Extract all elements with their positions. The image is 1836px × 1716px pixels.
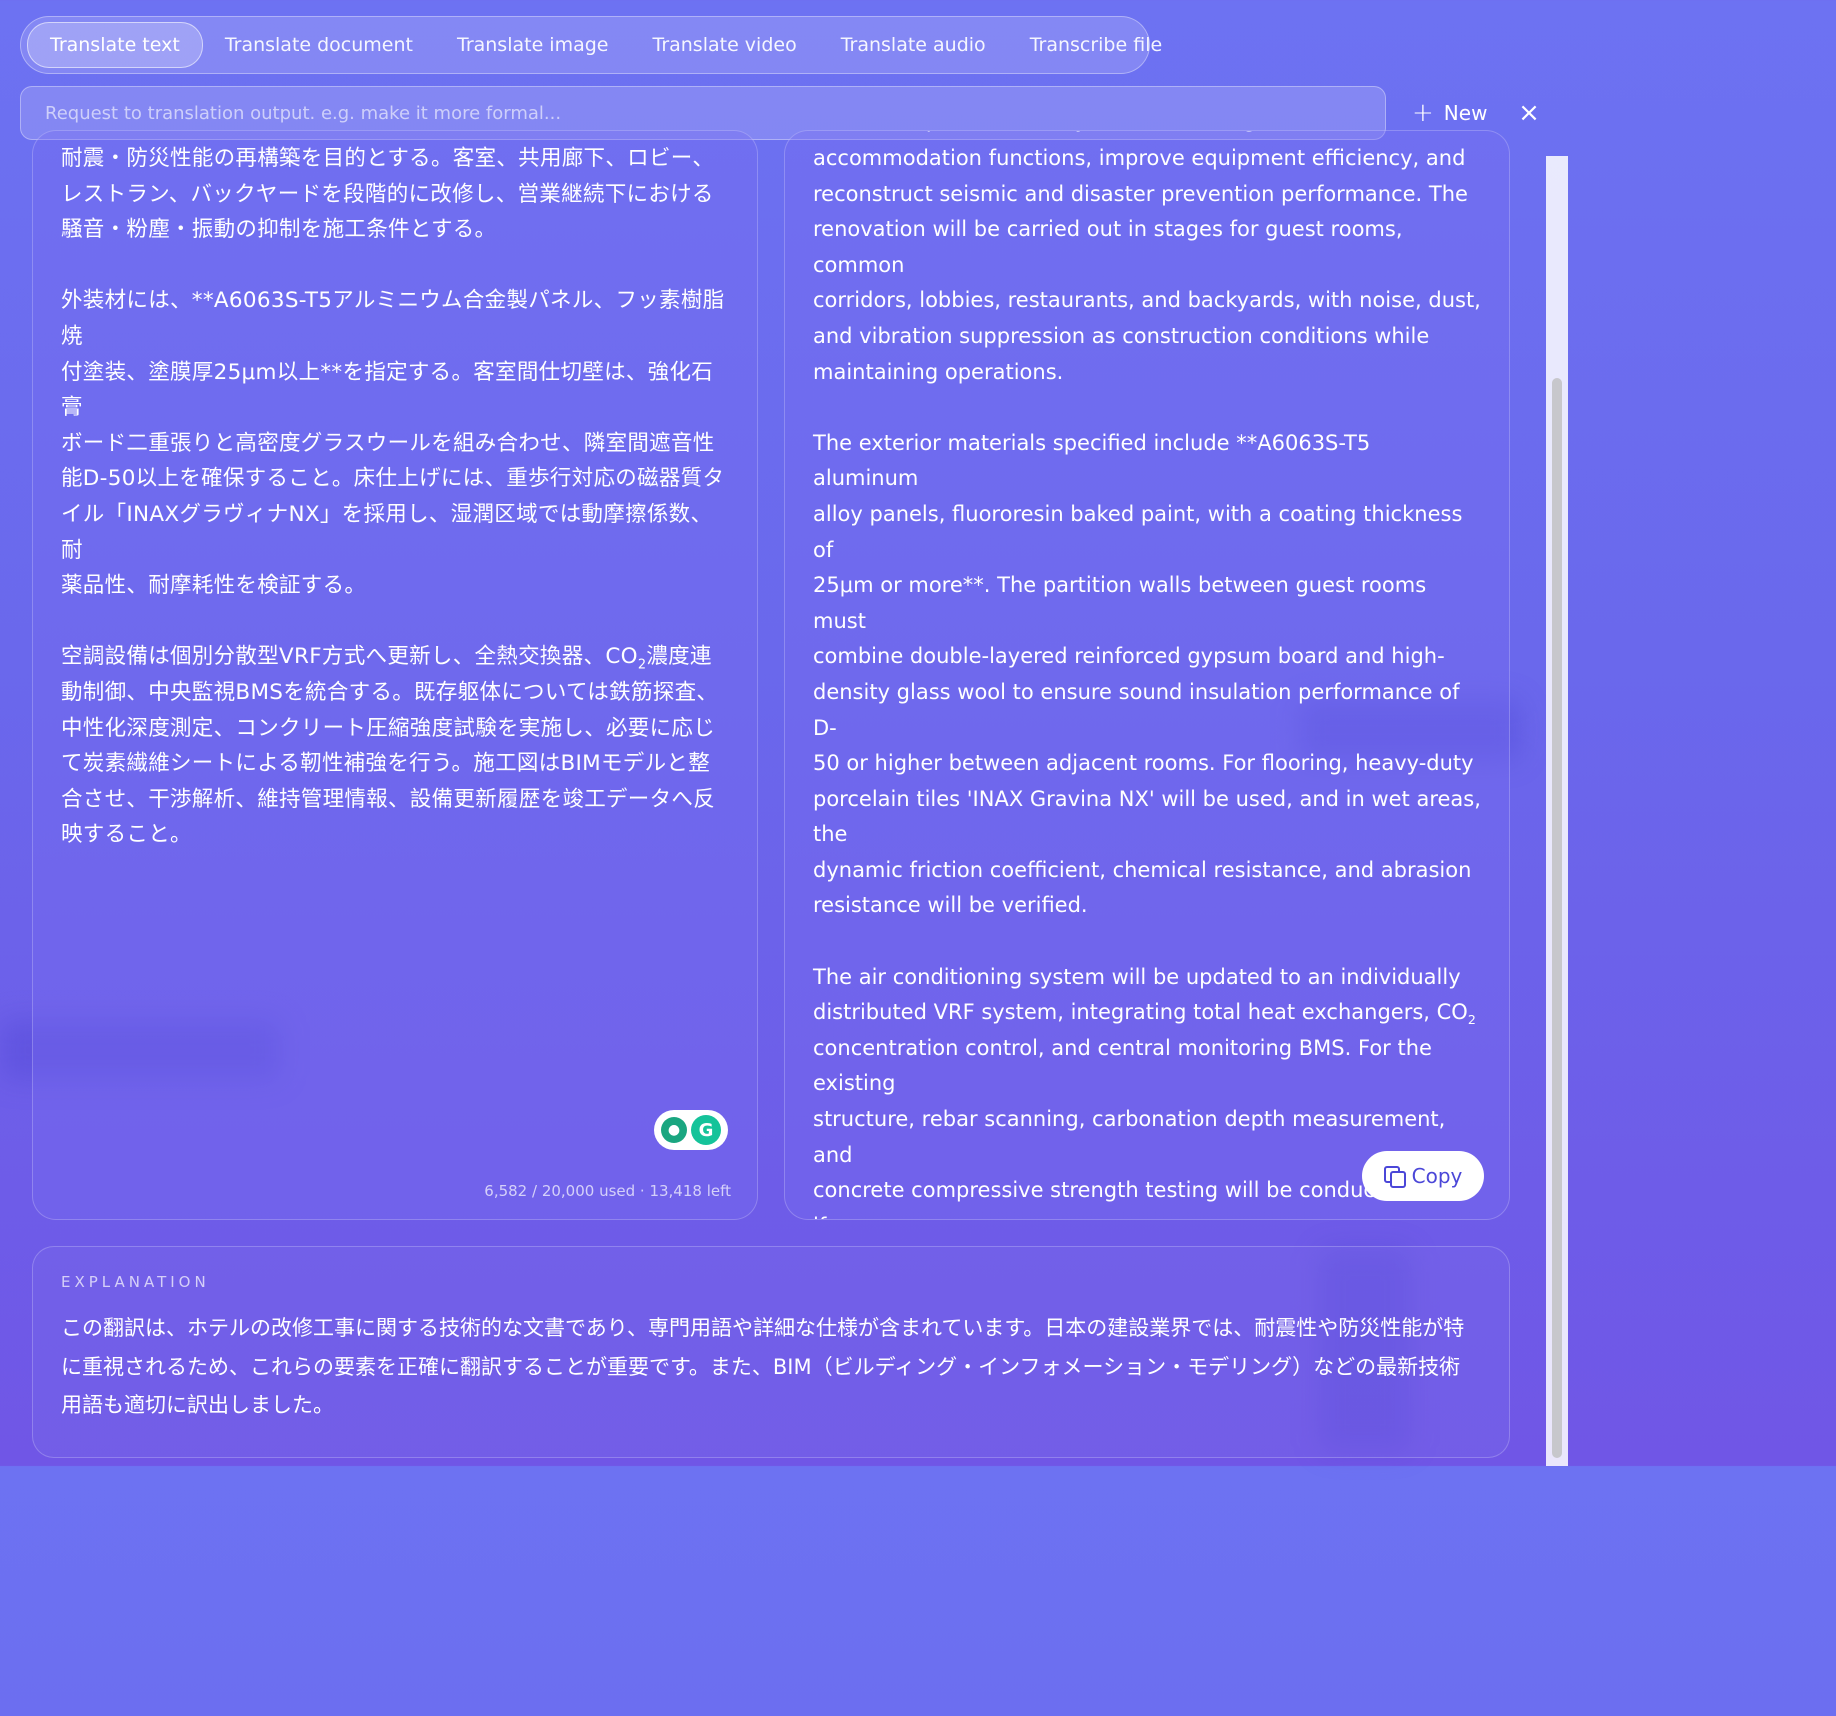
grammarly-widget[interactable]: ● G	[654, 1110, 728, 1150]
source-text[interactable]: の都市型ホテルを対象とし、宿泊機能の高度化、設備効率の改善、 耐震・防災性能の再…	[61, 131, 729, 888]
request-input[interactable]	[43, 101, 1363, 125]
scrollbar-thumb[interactable]	[1552, 378, 1562, 1458]
translation-output-panel: Hotel Group' that are 28 years old, aimi…	[784, 130, 1510, 1220]
target-paragraph-2: The exterior materials specified include…	[813, 430, 1481, 918]
lightbulb-icon: ●	[661, 1117, 687, 1143]
explanation-title: EXPLANATION	[61, 1273, 210, 1291]
grammarly-icon: G	[691, 1115, 721, 1145]
copy-button[interactable]: Copy	[1362, 1151, 1484, 1201]
source-paragraph-3: 空調設備は個別分散型VRF方式へ更新し、全熱交換器、CO2濃度連 動制御、中央監…	[61, 644, 719, 848]
explanation-panel: EXPLANATION この翻訳は、ホテルの改修工事に関する技術的な文書であり、…	[32, 1246, 1510, 1458]
close-button[interactable]: ×	[1516, 96, 1542, 130]
target-cut-line: Hotel Group' that are 28 years old, aimi…	[813, 131, 1381, 139]
source-paragraph-2: 外装材には、**A6063S-T5アルミニウム合金製パネル、フッ素樹脂焼 付塗装…	[61, 288, 725, 599]
source-cut-line: の都市型ホテルを対象とし、宿泊機能の高度化、設備効率の改善、	[61, 131, 715, 139]
tab-translate-video[interactable]: Translate video	[631, 23, 819, 67]
tab-translate-image[interactable]: Translate image	[435, 23, 631, 67]
explanation-text: この翻訳は、ホテルの改修工事に関する技術的な文書であり、専門用語や詳細な仕様が含…	[61, 1316, 1465, 1417]
copy-button-label: Copy	[1411, 1164, 1463, 1188]
tab-transcribe-file[interactable]: Transcribe file	[1008, 23, 1184, 67]
translation-text: Hotel Group' that are 28 years old, aimi…	[813, 131, 1481, 1219]
translation-mode-tabs: Translate text Translate document Transl…	[20, 16, 1162, 74]
copy-icon	[1383, 1166, 1406, 1188]
new-button-label: New	[1443, 101, 1488, 125]
source-text-panel[interactable]: の都市型ホテルを対象とし、宿泊機能の高度化、設備効率の改善、 耐震・防災性能の再…	[32, 130, 758, 1220]
source-paragraph-1: 耐震・防災性能の再構築を目的とする。客室、共用廊下、ロビー、 レストラン、バック…	[61, 146, 715, 243]
character-usage: 6,582 / 20,000 used · 13,418 left	[484, 1182, 731, 1200]
close-icon: ×	[1518, 98, 1540, 128]
target-paragraph-1: accommodation functions, improve equipme…	[813, 146, 1481, 384]
new-button[interactable]: + New	[1412, 96, 1487, 130]
tab-translate-document[interactable]: Translate document	[203, 23, 435, 67]
tab-translate-audio[interactable]: Translate audio	[819, 23, 1008, 67]
plus-icon: +	[1412, 98, 1434, 128]
tab-translate-text[interactable]: Translate text	[27, 22, 203, 68]
